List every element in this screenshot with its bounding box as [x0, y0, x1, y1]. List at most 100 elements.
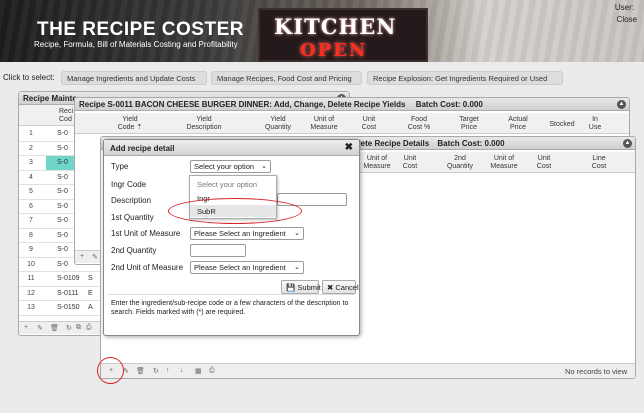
calculator-icon[interactable]: ▦ [195, 367, 202, 375]
dialog-close-icon[interactable]: ✖ [345, 142, 353, 153]
uom2-select[interactable]: Please Select an Ingredient ⌄ [190, 261, 304, 274]
print-icon[interactable]: ⎙ [86, 324, 92, 332]
col-actual-price-l1[interactable]: Actual [503, 116, 533, 124]
col-d-unit-cost2-l1[interactable]: Unit [529, 155, 559, 163]
description-label: Description [111, 196, 152, 205]
header-banner: THE RECIPE COSTER Recipe, Formula, Bill … [0, 0, 644, 62]
recipe-maintenance-title-text: Recipe Mainte [23, 94, 77, 103]
recipe-code-cell: S-0 [57, 159, 68, 166]
print-icon[interactable]: ⎙ [209, 367, 215, 375]
edit-icon[interactable]: ✎ [37, 324, 43, 332]
add-recipe-detail-dialog: Add recipe detail ✖ Type Select your opt… [103, 139, 360, 336]
col-uom-l1[interactable]: Unit of [307, 116, 341, 124]
col-target-price-l1[interactable]: Target [454, 116, 484, 124]
col-recipe-code-l2[interactable]: Cod [59, 116, 72, 124]
uom2-label: 2nd Unit of Measure [111, 263, 184, 272]
col-d-unit-cost-l2[interactable]: Cost [395, 163, 425, 171]
qty2-field[interactable] [190, 244, 246, 257]
edit-icon[interactable]: ✎ [92, 253, 98, 261]
row-number: 5 [29, 188, 33, 195]
col-yield-code-l1[interactable]: Yield [115, 116, 145, 124]
col-yield-desc-l2[interactable]: Description [179, 124, 229, 132]
records-status: No records to view [565, 367, 628, 376]
collapse-icon[interactable]: ▲ [617, 100, 626, 109]
col-food-cost-l1[interactable]: Food [402, 116, 436, 124]
row-number: 13 [27, 304, 35, 311]
recipe-explosion-button[interactable]: Recipe Explosion: Get Ingredients Requir… [367, 71, 563, 85]
col-actual-price-l2[interactable]: Price [503, 124, 533, 132]
collapse-icon[interactable]: ▲ [623, 139, 632, 148]
col-d-uom-l2[interactable]: Measure [359, 163, 395, 171]
col-d-uom2-l2[interactable]: Measure [486, 163, 522, 171]
annotation-oval-subr [168, 198, 302, 224]
type-select[interactable]: Select your option ⌄ [190, 160, 271, 173]
col-yield-qty-l2[interactable]: Quantity [262, 124, 294, 132]
manage-recipes-button[interactable]: Manage Recipes, Food Cost and Pricing [211, 71, 362, 85]
chevron-down-icon: ⌄ [261, 163, 267, 170]
dialog-divider [108, 294, 355, 295]
col-yield-qty-l1[interactable]: Yield [262, 116, 294, 124]
col-d-qty2-l2[interactable]: Quantity [442, 163, 478, 171]
details-toolbar: + ✎ 🗑 ↻ ↑ ↓ ▦ ⎙ No records to view [101, 363, 635, 378]
recipe-code-cell: S-0 [57, 260, 68, 268]
recipe-code-cell: S-0150 [57, 304, 80, 311]
row-number: 12 [27, 289, 35, 297]
col-d-line-cost-l2[interactable]: Cost [585, 163, 613, 171]
cancel-button[interactable]: ✖ Cancel [322, 280, 359, 294]
recipe-code-cell: S-0109 [57, 275, 80, 282]
row-number: 8 [29, 231, 33, 239]
col-d-line-cost-l1[interactable]: Line [585, 155, 613, 163]
move-up-icon[interactable]: ↑ [166, 367, 170, 374]
row-number: 1 [29, 130, 33, 137]
col-d-uom-l1[interactable]: Unit of [359, 155, 395, 163]
col-in-use-l1[interactable]: In [585, 116, 605, 124]
col-d-uom2-l1[interactable]: Unit of [486, 155, 522, 163]
dropdown-option-placeholder[interactable]: Select your option [190, 178, 276, 190]
col-unit-cost-l2[interactable]: Cost [354, 124, 384, 132]
details-col-header: Unit of Measure Unit Cost 2nd Quantity U… [359, 152, 635, 173]
col-uom-l2[interactable]: Measure [307, 124, 341, 132]
refresh-icon[interactable]: ↻ [66, 324, 72, 332]
row-number: 10 [27, 260, 35, 268]
uom1-label: 1st Unit of Measure [111, 229, 181, 238]
manage-ingredients-button[interactable]: Manage Ingredients and Update Costs [61, 71, 207, 85]
recipe-code-cell: S-0 [57, 188, 68, 195]
col-target-price-l2[interactable]: Price [454, 124, 484, 132]
row-number: 3 [29, 159, 33, 166]
col-food-cost-l2[interactable]: Cost % [402, 124, 436, 132]
row-number: 7 [29, 217, 33, 224]
qty1-label: 1st Quantity [111, 213, 154, 222]
col-d-qty2-l1[interactable]: 2nd [442, 155, 478, 163]
refresh-icon[interactable]: ↻ [153, 367, 159, 375]
chevron-down-icon: ⌄ [294, 264, 300, 271]
col-d-unit-cost-l1[interactable]: Unit [395, 155, 425, 163]
recipe-yields-title-text: Recipe S-0011 BACON CHEESE BURGER DINNER… [79, 100, 406, 109]
recipe-code-cell: S-0 [57, 130, 68, 137]
recipe-name-cell: A [88, 304, 93, 311]
dialog-help-text: Enter the ingredient/sub-recipe code or … [111, 300, 349, 316]
col-in-use-l2[interactable]: Use [585, 124, 605, 132]
delete-icon[interactable]: 🗑 [136, 367, 145, 375]
submit-button[interactable]: 💾 Submit [281, 280, 321, 294]
move-down-icon[interactable]: ↓ [180, 367, 184, 374]
details-batch-cost: Batch Cost: 0.000 [437, 139, 505, 148]
col-stocked[interactable]: Stocked [545, 121, 579, 129]
delete-icon[interactable]: 🗑 [50, 324, 59, 332]
type-label: Type [111, 162, 129, 171]
yields-batch-cost: Batch Cost: 0.000 [415, 100, 483, 109]
uom1-select[interactable]: Please Select an Ingredient ⌄ [190, 227, 304, 240]
col-recipe-code-l1[interactable]: Reci [59, 108, 73, 116]
sign-open-text: OPEN [300, 40, 368, 61]
type-select-value: Select your option [194, 162, 255, 171]
add-icon[interactable]: + [24, 324, 28, 331]
col-yield-desc-l1[interactable]: Yield [179, 116, 229, 124]
col-yield-code-l2[interactable]: Code ⇡ [115, 124, 145, 132]
uom2-select-value: Please Select an Ingredient [194, 263, 286, 272]
copy-icon[interactable]: ⧉ [76, 324, 81, 332]
close-link[interactable]: Close [617, 15, 637, 24]
add-icon[interactable]: + [80, 253, 84, 260]
col-unit-cost-l1[interactable]: Unit [354, 116, 384, 124]
dialog-title: Add recipe detail [110, 144, 175, 153]
recipe-code-cell: S-0 [57, 246, 68, 253]
col-d-unit-cost2-l2[interactable]: Cost [529, 163, 559, 171]
